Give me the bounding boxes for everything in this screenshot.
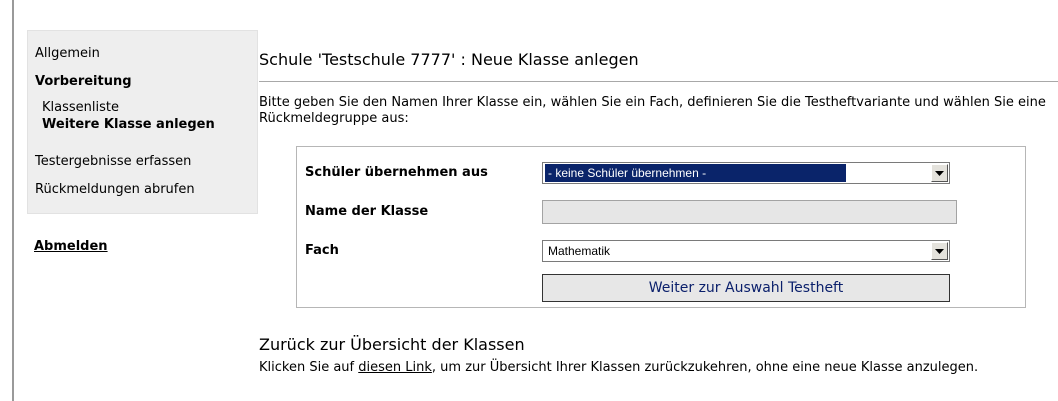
sidebar-item-vorbereitung[interactable]: Vorbereitung [35, 74, 132, 89]
back-text-before: Klicken Sie auf [259, 360, 359, 375]
back-to-overview-link[interactable]: diesen Link [358, 360, 432, 375]
back-section-title: Zurück zur Übersicht der Klassen [259, 335, 525, 354]
sidebar-item-rueckmeldungen-abrufen[interactable]: Rückmeldungen abrufen [35, 182, 195, 197]
sidebar-item-klassenliste[interactable]: Klassenliste [42, 100, 119, 115]
logout-link[interactable]: Abmelden [34, 239, 108, 254]
subject-label: Fach [305, 243, 339, 258]
page-title: Schule 'Testschule 7777' : Neue Klasse a… [259, 50, 639, 69]
class-name-label: Name der Klasse [305, 204, 429, 219]
sidebar-item-allgemein[interactable]: Allgemein [35, 46, 100, 61]
students-source-select[interactable]: - keine Schüler übernehmen - [542, 162, 950, 184]
subject-select[interactable]: Mathematik [542, 240, 950, 262]
page-left-border [12, 0, 14, 401]
intro-text: Bitte geben Sie den Namen Ihrer Klasse e… [259, 95, 1046, 126]
new-class-form: Schüler übernehmen aus - keine Schüler ü… [296, 146, 1026, 308]
students-source-label: Schüler übernehmen aus [305, 165, 488, 180]
sidebar-item-weitere-klasse-anlegen[interactable]: Weitere Klasse anlegen [42, 117, 215, 132]
continue-to-testbooklet-button[interactable]: Weiter zur Auswahl Testheft [542, 274, 950, 302]
title-divider [259, 81, 1058, 82]
chevron-down-icon[interactable] [931, 242, 948, 260]
sidebar: Allgemein Vorbereitung Klassenliste Weit… [27, 30, 258, 214]
subject-value: Mathematik [548, 244, 611, 258]
chevron-down-icon[interactable] [931, 164, 948, 182]
back-section-text: Klicken Sie auf diesen Link, um zur Über… [259, 359, 1049, 376]
sidebar-item-testergebnisse-erfassen[interactable]: Testergebnisse erfassen [35, 154, 191, 169]
class-name-input[interactable] [542, 200, 957, 224]
back-text-after: , um zur Übersicht Ihrer Klassen zurückz… [431, 360, 979, 375]
students-source-value: - keine Schüler übernehmen - [545, 164, 847, 182]
